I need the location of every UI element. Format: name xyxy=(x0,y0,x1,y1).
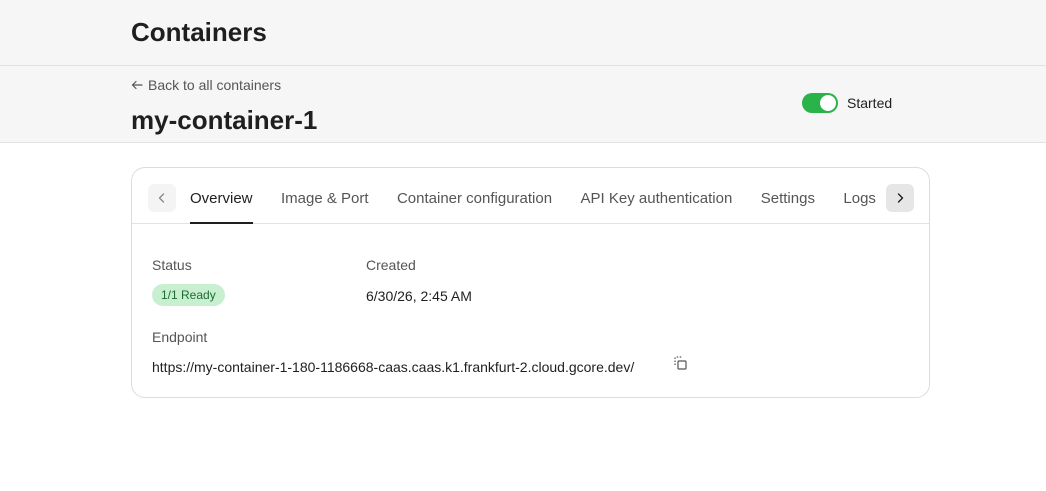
back-link-label: Back to all containers xyxy=(148,77,282,93)
page-title: Containers xyxy=(131,17,267,47)
tab-image-port[interactable]: Image & Port xyxy=(281,168,369,224)
tabs-viewport: Overview Image & Port Container configur… xyxy=(190,168,886,224)
toggle-label: Started xyxy=(847,95,893,111)
endpoint-label: Endpoint xyxy=(152,329,208,345)
toggle-knob xyxy=(820,95,836,111)
copy-icon[interactable] xyxy=(672,355,688,371)
tabs-scroll-left-button[interactable] xyxy=(148,184,176,212)
tab-bar: Overview Image & Port Container configur… xyxy=(132,168,929,224)
tabs-scroll-right-button[interactable] xyxy=(886,184,914,212)
chevron-left-icon xyxy=(158,193,165,203)
tab-api-key-authentication[interactable]: API Key authentication xyxy=(581,168,733,224)
arrow-left-icon xyxy=(131,80,143,90)
status-badge: 1/1 Ready xyxy=(152,284,225,306)
container-header: Back to all containers my-container-1 St… xyxy=(0,66,1046,143)
status-label: Status xyxy=(152,257,192,273)
back-link[interactable]: Back to all containers xyxy=(131,76,281,94)
tab-container-configuration[interactable]: Container configuration xyxy=(397,168,552,224)
endpoint-value[interactable]: https://my-container-1-180-1186668-caas.… xyxy=(152,358,634,376)
state-toggle-group: Started xyxy=(802,93,892,113)
container-details-card: Overview Image & Port Container configur… xyxy=(131,167,930,398)
container-name: my-container-1 xyxy=(131,105,318,135)
created-value: 6/30/26, 2:45 AM xyxy=(366,288,472,304)
tab-overview[interactable]: Overview xyxy=(190,168,253,224)
top-bar: Containers xyxy=(0,0,1046,66)
created-label: Created xyxy=(366,257,416,273)
tab-settings[interactable]: Settings xyxy=(761,168,815,224)
chevron-right-icon xyxy=(897,193,904,203)
tab-logs[interactable]: Logs xyxy=(843,168,876,224)
started-toggle[interactable] xyxy=(802,93,838,113)
